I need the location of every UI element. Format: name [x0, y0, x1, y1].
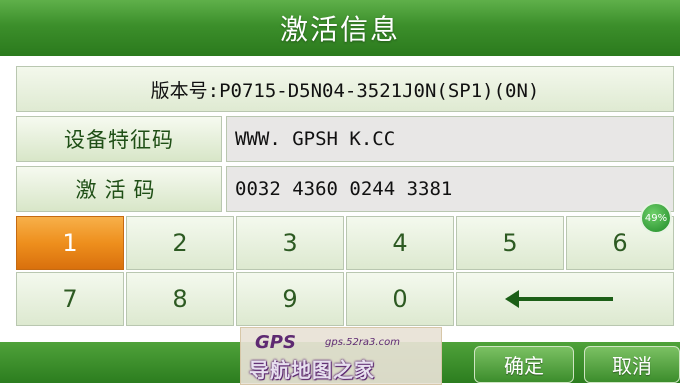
activation-panel: 版本号:P0715-D5N04-3521J0N(SP1)(0N) 设备特征码 W… — [0, 56, 680, 342]
usage-badge: 49% — [640, 202, 672, 234]
confirm-button[interactable]: 确定 — [474, 346, 574, 383]
left-arrow-icon — [505, 290, 613, 308]
key-1[interactable]: 1 — [16, 216, 124, 270]
key-9[interactable]: 9 — [236, 272, 344, 326]
key-2[interactable]: 2 — [126, 216, 234, 270]
activation-code-button[interactable]: 激活码 — [16, 166, 222, 212]
watermark-gps-text: GPS — [255, 332, 296, 353]
key-5[interactable]: 5 — [456, 216, 564, 270]
cancel-button[interactable]: 取消 — [584, 346, 680, 383]
dialog-title: 激活信息 — [0, 0, 680, 56]
watermark-site-name: 导航地图之家 — [249, 358, 375, 382]
key-7[interactable]: 7 — [16, 272, 124, 326]
watermark-url: gps.52ra3.com — [325, 337, 400, 348]
backspace-button[interactable] — [456, 272, 674, 326]
key-3[interactable]: 3 — [236, 216, 344, 270]
version-label: 版本号:P0715-D5N04-3521J0N(SP1)(0N) — [16, 66, 674, 112]
key-4[interactable]: 4 — [346, 216, 454, 270]
device-code-field[interactable]: WWW. GPSH K.CC — [226, 116, 674, 162]
key-8[interactable]: 8 — [126, 272, 234, 326]
watermark-logo: GPS gps.52ra3.com 导航地图之家 — [240, 327, 442, 385]
activation-code-field[interactable]: 0032 4360 0244 3381 — [226, 166, 674, 212]
device-code-button[interactable]: 设备特征码 — [16, 116, 222, 162]
key-0[interactable]: 0 — [346, 272, 454, 326]
